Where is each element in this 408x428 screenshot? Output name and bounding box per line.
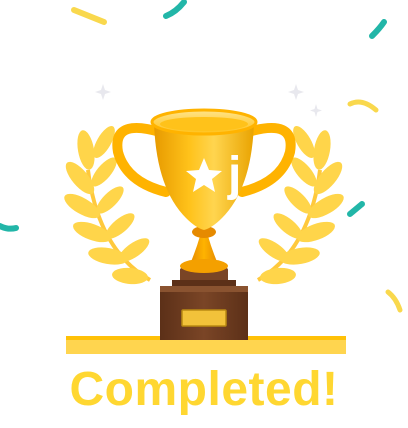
badge-letter: j xyxy=(227,148,241,201)
laurel-wreath-icon xyxy=(256,126,344,285)
trophy-base xyxy=(160,268,248,340)
completed-title: Completed! xyxy=(69,363,339,416)
trophy-stem xyxy=(180,226,228,273)
laurel-wreath-icon xyxy=(64,126,152,285)
name-plate xyxy=(181,309,227,327)
completion-screen: j Completed! xyxy=(0,0,408,428)
trophy-illustration: j xyxy=(0,0,403,354)
